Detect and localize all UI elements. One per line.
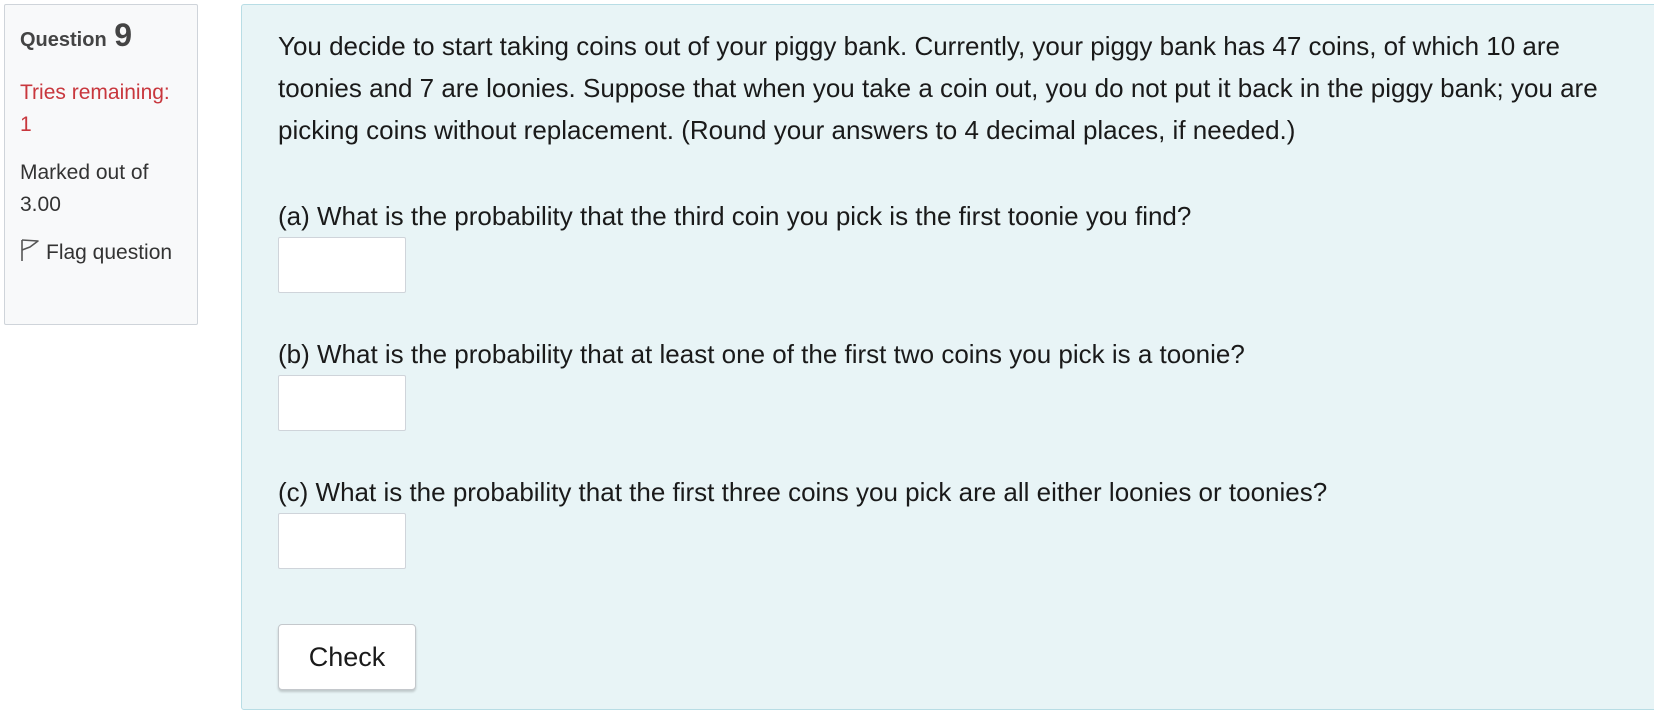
check-button[interactable]: Check — [278, 624, 416, 690]
question-text: You decide to start taking coins out of … — [278, 31, 1598, 145]
flag-icon — [21, 239, 39, 261]
part-a-label: (a) What is the probability that the thi… — [278, 201, 1192, 231]
part-b-label: (b) What is the probability that at leas… — [278, 339, 1245, 369]
tries-remaining: Tries remaining: 1 — [20, 81, 170, 136]
part-c-label: (c) What is the probability that the fir… — [278, 477, 1328, 507]
flag-label: Flag question — [46, 241, 173, 264]
flag-question-link[interactable]: Flag question — [20, 237, 182, 269]
part-c-answer-input[interactable] — [278, 513, 406, 569]
question-content: You decide to start taking coins out of … — [241, 4, 1654, 710]
part-b-answer-input[interactable] — [278, 375, 406, 431]
part-a-answer-input[interactable] — [278, 237, 406, 293]
question-heading: Question 9 — [20, 19, 182, 51]
marked-out-of: Marked out of 3.00 — [20, 161, 149, 216]
question-label: Question — [20, 29, 107, 51]
question-info-panel: Question 9 Tries remaining: 1 Marked out… — [4, 4, 198, 325]
question-number: 9 — [114, 17, 133, 53]
